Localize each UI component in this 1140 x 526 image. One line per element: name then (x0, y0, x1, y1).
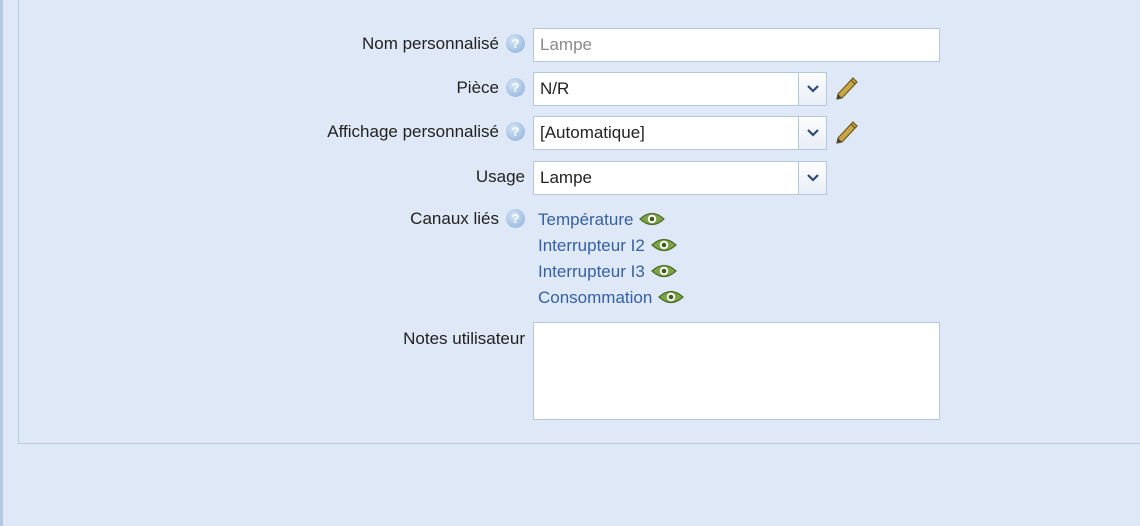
custom-display-select[interactable]: [Automatique] (533, 116, 827, 150)
page-left-border (0, 0, 3, 526)
chevron-down-icon[interactable] (798, 162, 826, 194)
chevron-down-icon[interactable] (798, 117, 826, 149)
linked-channels-label: Canaux liés? (410, 209, 525, 229)
linked-channel-link[interactable]: Température (538, 207, 684, 233)
linked-channel-link[interactable]: Consommation (538, 285, 685, 311)
custom-name-input[interactable]: Lampe (533, 28, 940, 62)
usage-select[interactable]: Lampe (533, 161, 827, 195)
help-icon[interactable]: ? (506, 122, 525, 142)
pencil-icon[interactable] (833, 75, 859, 103)
room-select[interactable]: N/R (533, 72, 827, 106)
linked-channel-link[interactable]: Interrupteur I2 (538, 233, 684, 259)
eye-icon[interactable] (650, 237, 677, 253)
eye-icon[interactable] (658, 289, 685, 305)
custom-display-label: Affichage personnalisé? (327, 122, 525, 142)
linked-channel-link[interactable]: Interrupteur I3 (538, 259, 684, 285)
eye-icon[interactable] (639, 211, 666, 227)
user-notes-label: Notes utilisateur (403, 329, 525, 348)
pencil-icon[interactable] (833, 119, 859, 147)
custom-name-label: Nom personnalisé? (362, 34, 525, 54)
help-icon[interactable]: ? (506, 78, 525, 98)
usage-label: Usage (475, 167, 525, 186)
help-icon[interactable]: ? (506, 34, 525, 54)
user-notes-textarea[interactable] (533, 322, 940, 420)
linked-channels-list: Température Interrupteur I2 Interrupteur… (538, 207, 685, 311)
help-icon[interactable]: ? (506, 209, 525, 229)
eye-icon[interactable] (650, 263, 677, 279)
chevron-down-icon[interactable] (798, 73, 826, 105)
room-label: Pièce? (456, 78, 525, 98)
